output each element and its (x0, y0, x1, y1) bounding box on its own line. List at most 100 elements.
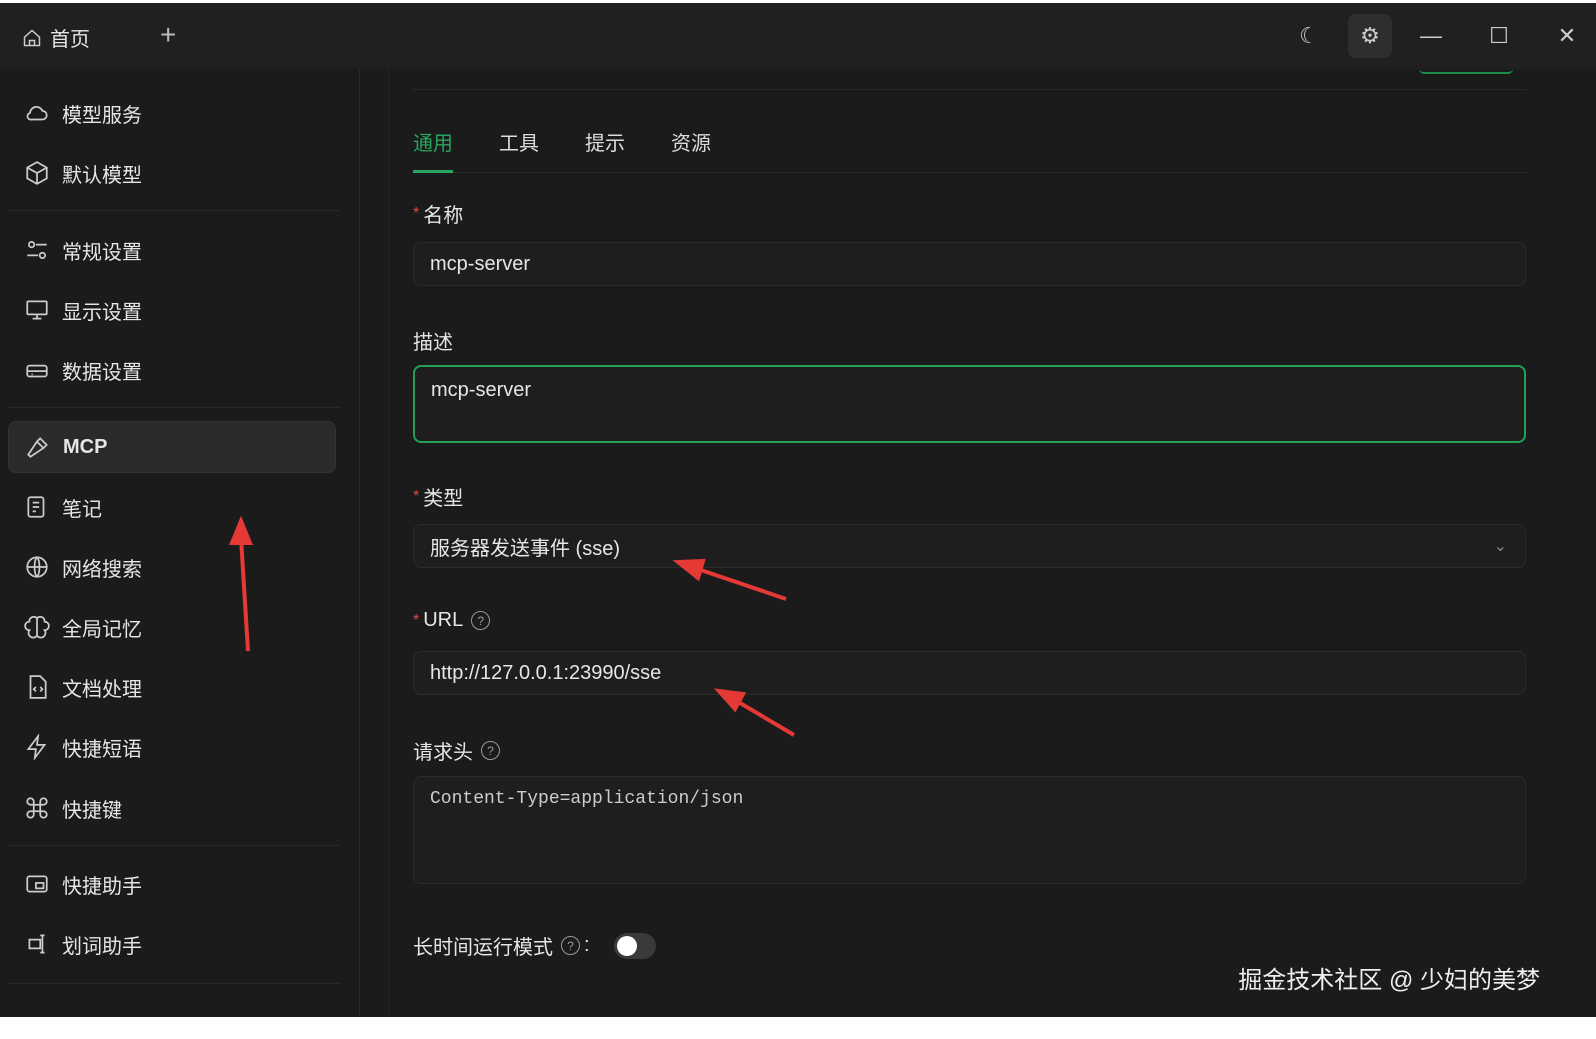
save-button-edge[interactable] (1419, 69, 1513, 74)
required-mark: * (413, 487, 420, 505)
sidebar-item-0[interactable]: 模型服务 (8, 87, 336, 139)
mcp-server-form: 通用 工具 提示 资源 * 名称 mcp-server 描述 mcp-server… (388, 69, 1596, 1017)
settings-sidebar: 模型服务默认模型常规设置显示设置数据设置 MCP 笔记网络搜索全局记忆文档处理快捷短… (0, 69, 360, 1017)
cube-icon (26, 161, 48, 185)
monitor-icon (26, 300, 48, 320)
tab-home[interactable]: 首页 (22, 23, 90, 52)
sliders-icon (27, 241, 47, 259)
brain-icon (24, 616, 50, 639)
name-label: * 名称 (413, 199, 463, 228)
sidebar-item-label: 全局记忆 (62, 618, 142, 641)
sidebar-item-label: 显示设置 (62, 301, 142, 324)
text-cursor-icon (28, 934, 45, 954)
gear-icon: ⚙ (1360, 23, 1380, 48)
chevron-down-icon: ⌄ (1493, 538, 1507, 555)
sidebar-item-13[interactable]: 划词助手 (8, 918, 336, 970)
file-code-icon (29, 675, 47, 699)
tab-prompts[interactable]: 提示 (585, 119, 625, 173)
close-icon: ✕ (1557, 23, 1577, 48)
url-label: * URL? (413, 609, 491, 632)
sidebar-item-4[interactable]: 数据设置 (8, 344, 336, 396)
name-value: mcp-server (430, 252, 531, 275)
sidebar-item-6[interactable]: 笔记 (8, 481, 336, 533)
headers-textarea[interactable]: Content-Type=application/json (413, 776, 1526, 884)
type-label: * 类型 (413, 482, 463, 511)
long-running-toggle[interactable] (613, 932, 656, 959)
headers-value: Content-Type=application/json (430, 789, 744, 809)
sidebar-item-3[interactable]: 显示设置 (8, 284, 336, 336)
home-icon (23, 28, 41, 46)
sidebar-item-1[interactable]: 默认模型 (8, 147, 336, 199)
sidebar-item-label: 网络搜索 (62, 558, 142, 581)
sidebar-item-label: 快捷助手 (62, 875, 142, 898)
maximize-icon: ☐ (1489, 23, 1509, 48)
colon: : (584, 934, 590, 956)
help-icon[interactable]: ? (471, 611, 491, 630)
maximize-button[interactable]: ☐ (1470, 14, 1528, 58)
moon-icon: ☾ (1299, 23, 1319, 48)
sidebar-item-12[interactable]: 快捷助手 (8, 858, 336, 910)
watermark: 掘金技术社区 @ 少妇的美梦 (1238, 967, 1540, 994)
title-bar: 首页 + ☾ ⚙ — ☐ ✕ (0, 3, 1596, 69)
help-icon[interactable]: ? (481, 741, 500, 760)
description-value: mcp-server (431, 379, 532, 401)
sidebar-divider (8, 210, 340, 211)
sidebar-item-label: 笔记 (62, 498, 102, 521)
drive-icon (26, 364, 48, 378)
sidebar-item-label: 划词助手 (62, 935, 142, 958)
minimize-button[interactable]: — (1402, 14, 1460, 58)
url-input[interactable]: http://127.0.0.1:23990/sse (413, 651, 1526, 695)
command-icon (26, 797, 48, 819)
minimize-icon: — (1420, 23, 1442, 48)
description-label-text: 描述 (413, 332, 453, 354)
sidebar-item-9[interactable]: 文档处理 (8, 661, 336, 713)
cloud-icon (26, 106, 48, 121)
settings-button[interactable]: ⚙ (1348, 14, 1392, 58)
help-icon[interactable]: ? (561, 936, 580, 955)
url-value: http://127.0.0.1:23990/sse (430, 661, 662, 684)
sidebar-divider (8, 407, 340, 408)
zap-icon (26, 734, 47, 760)
tab-tools[interactable]: 工具 (499, 119, 539, 173)
sidebar-item-label: 文档处理 (62, 678, 142, 701)
headers-label-text: 请求头 (413, 742, 473, 764)
type-label-text: 类型 (423, 488, 464, 510)
sidebar-divider (8, 845, 340, 846)
tab-general[interactable]: 通用 (413, 119, 453, 173)
close-button[interactable]: ✕ (1538, 14, 1596, 58)
app-window: 首页 + ☾ ⚙ — ☐ ✕ 模型服务默认模型常规设置显示设置数据设置 MCP 笔记… (0, 3, 1596, 1017)
new-tab-button[interactable]: + (160, 19, 176, 51)
sidebar-item-label: 默认模型 (62, 164, 142, 187)
sidebar-item-10[interactable]: 快捷短语 (8, 721, 336, 773)
headers-label: 请求头? (413, 736, 500, 765)
theme-toggle-button[interactable]: ☾ (1280, 14, 1338, 58)
url-label-text: URL (423, 609, 464, 631)
sidebar-item-2[interactable]: 常规设置 (8, 224, 336, 276)
tab-bar: 通用 工具 提示 资源 (413, 119, 1526, 173)
sidebar-item-label: 快捷短语 (62, 738, 142, 761)
sidebar-item-label: MCP (63, 435, 108, 458)
tab-resources[interactable]: 资源 (671, 119, 711, 173)
sidebar-item-label: 常规设置 (62, 241, 142, 264)
hammer-icon (27, 437, 48, 458)
name-input[interactable]: mcp-server (413, 242, 1526, 286)
sidebar-item-label: 数据设置 (62, 361, 142, 384)
sidebar-divider (8, 983, 340, 984)
required-mark: * (413, 611, 420, 629)
type-value: 服务器发送事件 (sse) (430, 537, 620, 560)
sidebar-item-label: 快捷键 (62, 799, 122, 822)
sidebar-item-8[interactable]: 全局记忆 (8, 601, 336, 653)
description-input[interactable]: mcp-server (413, 365, 1526, 443)
name-label-text: 名称 (423, 205, 464, 227)
sidebar-item-7[interactable]: 网络搜索 (8, 541, 336, 593)
window-icon (26, 875, 48, 893)
description-label: 描述 (413, 326, 453, 355)
type-select[interactable]: 服务器发送事件 (sse) ⌄ (413, 524, 1526, 568)
sidebar-item-11[interactable]: 快捷键 (8, 782, 336, 834)
sidebar-item-label: 模型服务 (62, 104, 142, 127)
long-running-label: 长时间运行模式?: (413, 931, 656, 960)
required-mark: * (413, 204, 420, 222)
globe-icon (26, 556, 48, 578)
sidebar-item-5[interactable]: MCP (8, 421, 336, 473)
note-icon (27, 496, 45, 518)
